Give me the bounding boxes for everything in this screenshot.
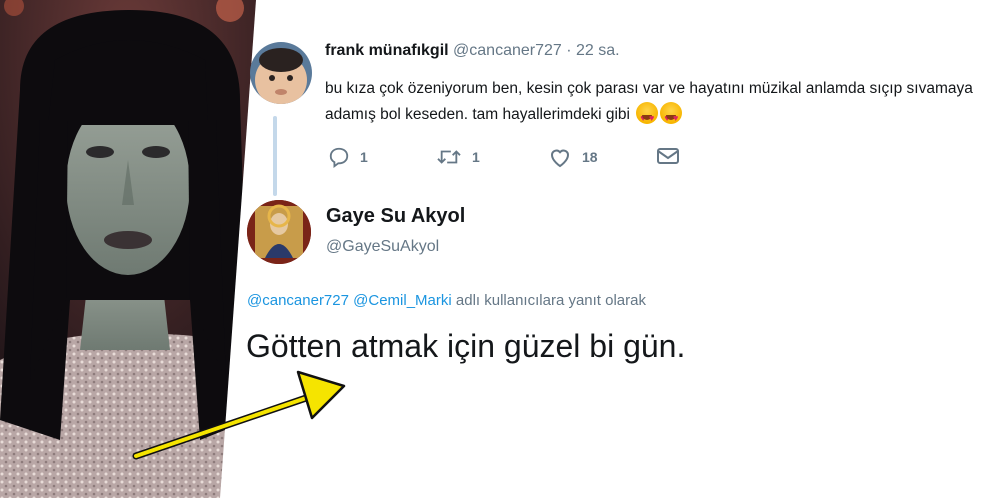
arrow-icon (132, 370, 346, 460)
